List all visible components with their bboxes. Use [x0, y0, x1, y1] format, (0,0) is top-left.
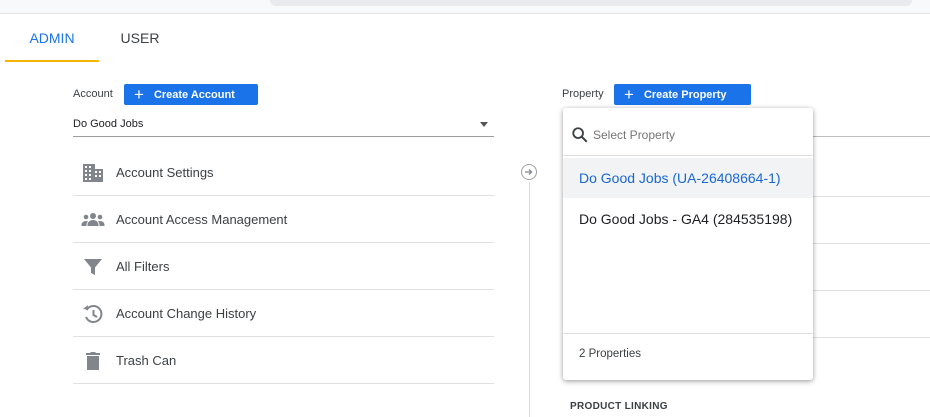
- history-icon: [83, 305, 103, 323]
- trash-icon: [86, 352, 100, 370]
- property-label: Property: [562, 88, 604, 100]
- building-icon: [83, 164, 103, 182]
- menu-item-label: Account Change History: [116, 306, 257, 321]
- arrow-right-icon: [525, 169, 533, 175]
- property-option[interactable]: Do Good Jobs (UA-26408664-1): [563, 158, 813, 198]
- menu-item-label: Trash Can: [116, 353, 177, 368]
- property-select-underline: [812, 136, 930, 137]
- section-heading: PRODUCT LINKING: [570, 401, 668, 412]
- account-select-value: Do Good Jobs: [73, 118, 144, 130]
- search-icon: [572, 127, 588, 143]
- filter-icon: [84, 259, 102, 275]
- menu-item-all-filters[interactable]: All Filters: [73, 243, 494, 290]
- menu-item-trash-can[interactable]: Trash Can: [73, 337, 494, 384]
- tab-admin[interactable]: ADMIN: [5, 14, 99, 62]
- column-divider: [529, 182, 530, 417]
- tab-bar: ADMIN USER: [0, 14, 930, 62]
- caret-down-icon: [480, 122, 488, 127]
- tab-user-label: USER: [120, 30, 160, 46]
- property-search: [563, 108, 813, 156]
- account-label: Account: [73, 88, 113, 100]
- plus-icon: +: [624, 85, 634, 104]
- expand-arrow-button[interactable]: [521, 164, 537, 180]
- create-account-button[interactable]: + Create Account: [124, 84, 258, 105]
- plus-icon: +: [134, 85, 144, 104]
- create-account-label: Create Account: [153, 88, 235, 101]
- tab-admin-label: ADMIN: [29, 30, 75, 46]
- top-search-bar[interactable]: [270, 0, 912, 6]
- menu-item-account-change-history[interactable]: Account Change History: [73, 290, 494, 337]
- top-bar: [0, 0, 930, 14]
- menu-item-account-access-management[interactable]: Account Access Management: [73, 196, 494, 243]
- people-icon: [81, 213, 105, 226]
- account-select[interactable]: Do Good Jobs: [73, 114, 494, 137]
- menu-item-account-settings[interactable]: Account Settings: [73, 149, 494, 196]
- account-menu: Account Settings Account Access Manageme…: [73, 149, 494, 384]
- property-dropdown: Do Good Jobs (UA-26408664-1) Do Good Job…: [563, 108, 813, 380]
- menu-item-label: All Filters: [116, 259, 170, 274]
- create-property-button[interactable]: + Create Property: [614, 84, 751, 105]
- menu-item-label: Account Settings: [116, 165, 214, 180]
- menu-item-label: Account Access Management: [116, 212, 288, 227]
- property-search-input[interactable]: [593, 126, 793, 144]
- admin-panel: Account + Create Account Do Good Jobs Ac…: [0, 62, 930, 417]
- property-count: 2 Properties: [563, 333, 813, 380]
- property-option[interactable]: Do Good Jobs - GA4 (284535198): [563, 199, 813, 239]
- create-property-label: Create Property: [643, 88, 727, 101]
- tab-user[interactable]: USER: [105, 14, 175, 62]
